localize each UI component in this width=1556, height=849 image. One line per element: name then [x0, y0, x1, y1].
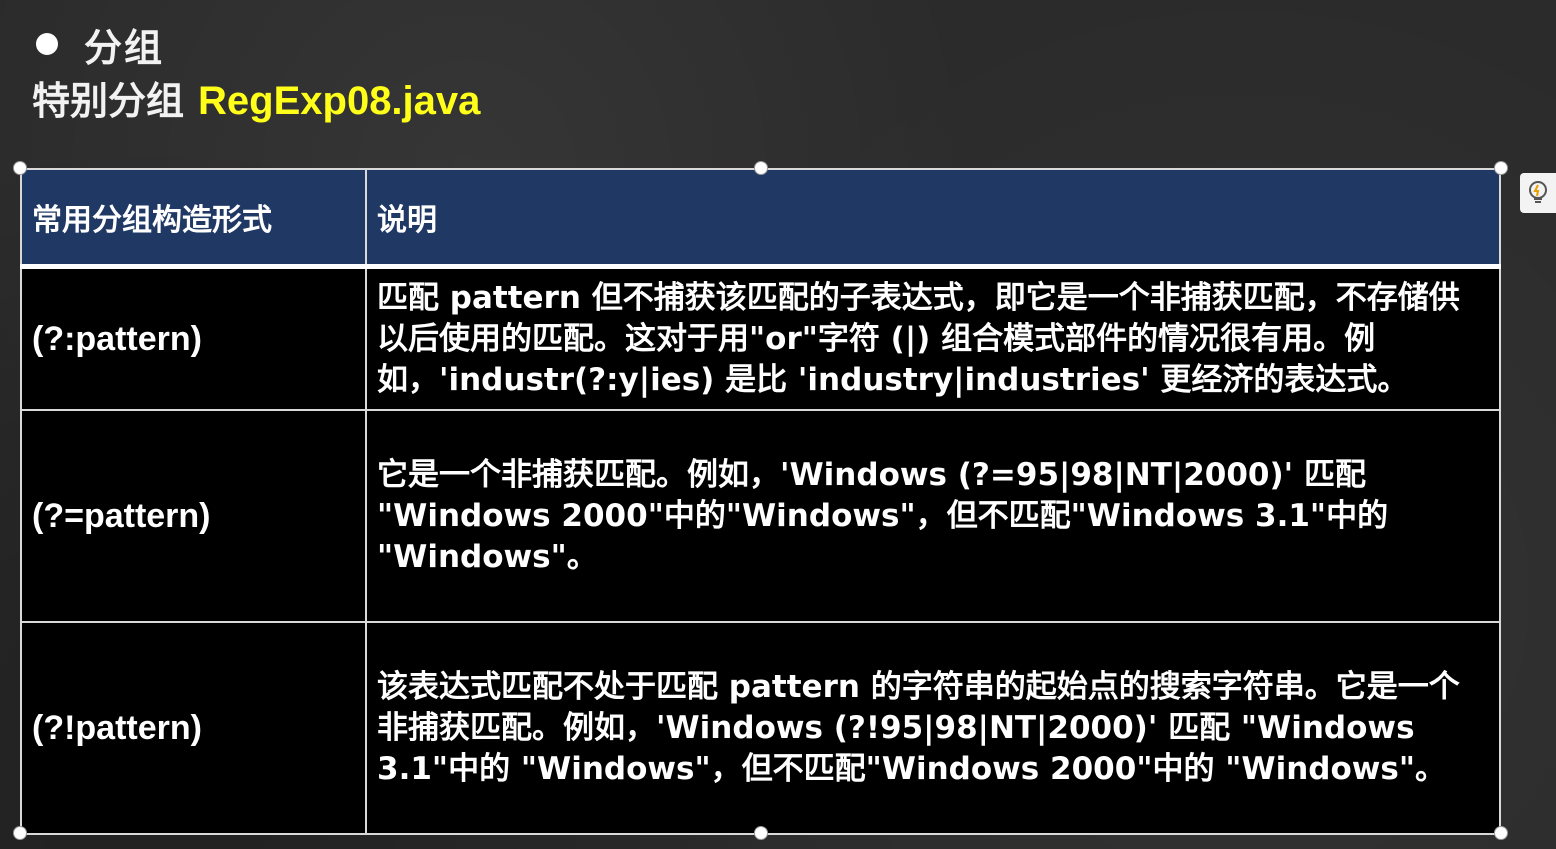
col-header-description: 说明 — [365, 168, 1501, 269]
description-cell: 匹配 pattern 但不捕获该匹配的子表达式，即它是一个非捕获匹配，不存储供以… — [365, 265, 1501, 411]
table-row: (?:pattern) 匹配 pattern 但不捕获该匹配的子表达式，即它是一… — [20, 265, 1501, 411]
resize-handle-top-left[interactable] — [13, 161, 27, 175]
description-text: 它是一个非捕获匹配。例如，'Windows (?=95|98|NT|2000)'… — [377, 456, 1389, 575]
resize-handle-bottom-middle[interactable] — [754, 826, 768, 840]
group-constructs-table-container[interactable]: 常用分组构造形式 说明 (?:pattern) 匹配 pattern 但不捕获该… — [20, 168, 1501, 835]
table-row: (?=pattern) 它是一个非捕获匹配。例如，'Windows (?=95|… — [20, 409, 1501, 623]
description-cell: 该表达式匹配不处于匹配 pattern 的字符串的起始点的搜索字符串。它是一个非… — [365, 621, 1501, 835]
construct-text: (?!pattern) — [32, 708, 202, 747]
slide-header: 分组 特别分组 RegExp08.java — [32, 18, 481, 124]
slide-title: 分组 — [84, 25, 165, 70]
group-constructs-table: 常用分组构造形式 说明 (?:pattern) 匹配 pattern 但不捕获该… — [20, 168, 1501, 835]
design-ideas-button[interactable] — [1520, 173, 1556, 213]
col-header-construct: 常用分组构造形式 — [20, 168, 367, 269]
resize-handle-bottom-left[interactable] — [13, 826, 27, 840]
subtitle-line: 特别分组 RegExp08.java — [32, 70, 481, 123]
file-name: RegExp08.java — [198, 79, 481, 123]
description-text: 匹配 pattern 但不捕获该匹配的子表达式，即它是一个非捕获匹配，不存储供以… — [377, 279, 1460, 398]
resize-handle-bottom-right[interactable] — [1494, 826, 1508, 840]
construct-cell: (?:pattern) — [20, 265, 367, 411]
lightbulb-icon — [1527, 180, 1549, 206]
bullet-dot-icon — [36, 33, 58, 55]
construct-cell: (?=pattern) — [20, 409, 367, 623]
resize-handle-top-right[interactable] — [1494, 161, 1508, 175]
construct-text: (?=pattern) — [32, 496, 211, 535]
construct-text: (?:pattern) — [32, 319, 202, 358]
bullet-line: 分组 — [32, 18, 480, 70]
subtitle-text: 特别分组 — [32, 79, 185, 123]
resize-handle-top-middle[interactable] — [754, 161, 768, 175]
description-cell: 它是一个非捕获匹配。例如，'Windows (?=95|98|NT|2000)'… — [365, 409, 1501, 623]
table-header-row: 常用分组构造形式 说明 — [20, 168, 1501, 269]
description-text: 该表达式匹配不处于匹配 pattern 的字符串的起始点的搜索字符串。它是一个非… — [377, 668, 1460, 787]
table-row: (?!pattern) 该表达式匹配不处于匹配 pattern 的字符串的起始点… — [20, 621, 1501, 835]
construct-cell: (?!pattern) — [20, 621, 367, 835]
